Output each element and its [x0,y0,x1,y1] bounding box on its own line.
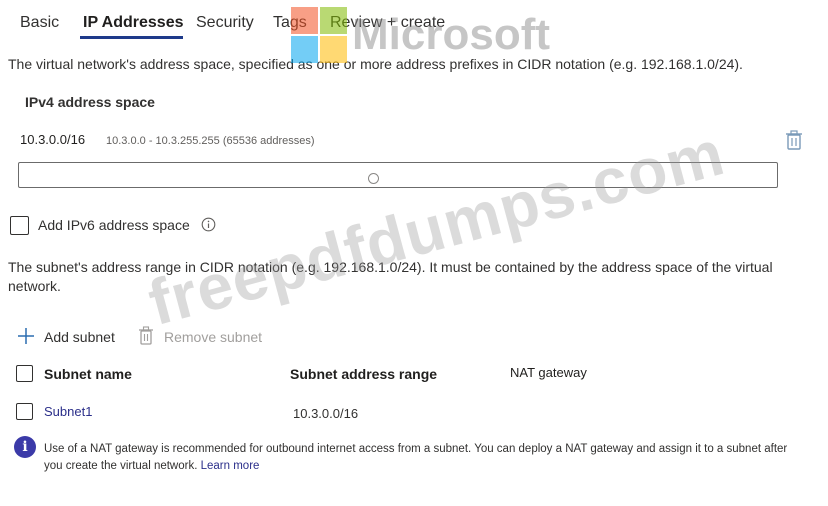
new-address-prefix-input[interactable] [18,162,778,188]
select-all-checkbox[interactable] [16,365,33,382]
subnet-description: The subnet's address range in CIDR notat… [8,259,773,294]
ipv4-heading: IPv4 address space [25,94,155,110]
info-icon: i [14,436,36,458]
column-header-subnet-range: Subnet address range [290,366,438,382]
microsoft-logo-square-yellow [320,36,347,63]
subnet-range-value: 10.3.0.0/16 [293,406,359,421]
microsoft-logo-square-blue [291,36,318,63]
trash-icon [138,326,154,345]
loading-spinner-icon [368,173,379,184]
nat-info-text: Use of a NAT gateway is recommended for … [44,443,788,472]
row-checkbox[interactable] [16,403,33,420]
ipv6-checkbox[interactable] [10,216,29,235]
plus-icon[interactable] [16,326,36,346]
add-subnet-button[interactable]: Add subnet [44,328,115,347]
learn-more-link[interactable]: Learn more [201,460,260,472]
site-watermark: freepdfdumps.com [141,116,732,340]
microsoft-logo-square-red [291,7,318,34]
nat-info-message: Use of a NAT gateway is recommended for … [44,441,804,475]
address-space-description: The virtual network's address space, spe… [8,56,743,72]
table-row: Subnet1 10.3.0.0/16 [0,398,828,426]
subnet-name-link[interactable]: Subnet1 [44,404,92,419]
address-range: 10.3.0.0 - 10.3.255.255 (65536 addresses… [106,135,315,147]
microsoft-logo-square-green [320,7,347,34]
trash-icon[interactable] [785,130,803,150]
tab-basic[interactable]: Basic [20,14,59,32]
column-header-nat-gateway: NAT gateway [510,365,587,380]
ipv6-label: Add IPv6 address space [38,217,190,233]
tab-ip-addresses[interactable]: IP Addresses [83,14,184,32]
address-prefix: 10.3.0.0/16 [20,132,86,147]
column-header-subnet-name: Subnet name [44,366,132,382]
active-tab-indicator [80,36,183,39]
remove-subnet-button: Remove subnet [164,329,263,345]
tab-review-create[interactable]: Review + create [330,14,445,32]
tab-security[interactable]: Security [196,14,254,32]
info-circle-icon[interactable] [201,217,216,232]
